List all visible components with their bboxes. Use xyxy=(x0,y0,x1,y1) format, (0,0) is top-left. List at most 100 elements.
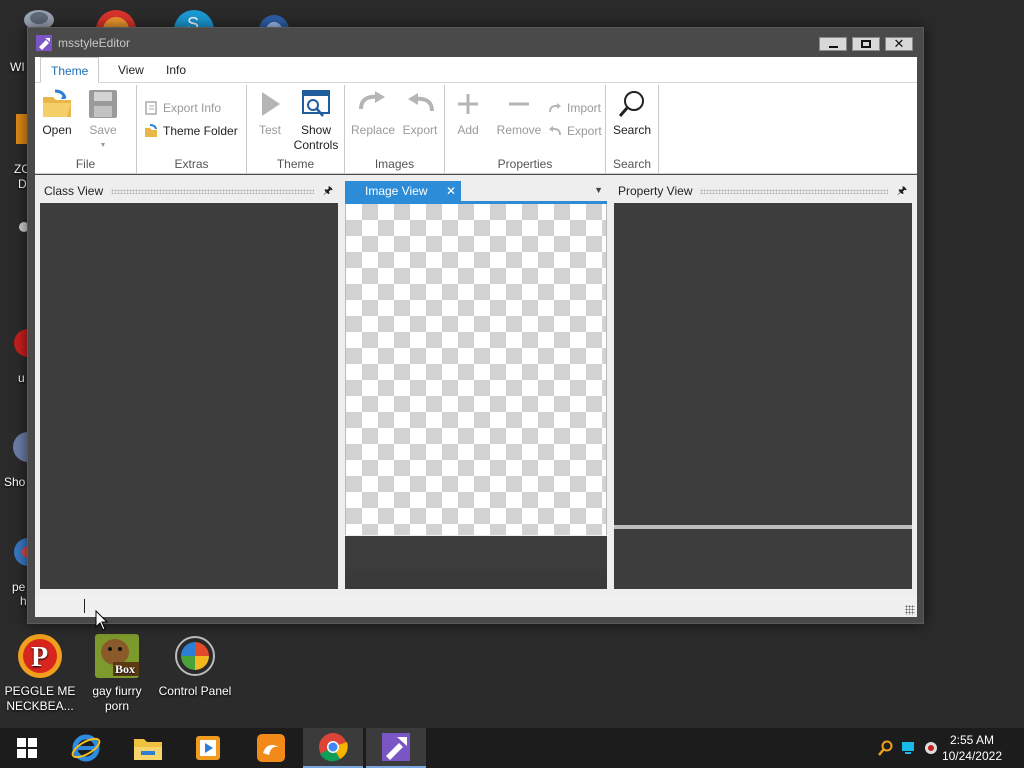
taskbar-internet-explorer[interactable] xyxy=(56,728,116,768)
search-button[interactable]: Search xyxy=(612,87,652,138)
taskbar-chrome[interactable] xyxy=(303,728,363,768)
desktop-partial-label: h xyxy=(20,594,27,608)
minus-icon xyxy=(502,87,536,121)
import-property-button[interactable]: Import xyxy=(547,98,601,118)
pin-icon[interactable]: 🖈 xyxy=(322,182,334,201)
taskbar-file-explorer[interactable] xyxy=(118,728,178,768)
minimize-button[interactable] xyxy=(819,37,847,51)
add-label: Add xyxy=(457,123,479,137)
box-icon: Box xyxy=(93,632,141,680)
desktop-partial-icon-5[interactable] xyxy=(12,108,28,156)
msstyleeditor-app-icon xyxy=(36,34,52,51)
mouse-cursor-icon xyxy=(95,610,109,631)
media-player-icon xyxy=(196,736,220,760)
start-button[interactable] xyxy=(0,728,54,768)
property-description xyxy=(614,529,912,589)
class-view-title: Class View xyxy=(44,184,104,198)
desktop-partial-label: WI xyxy=(10,60,25,74)
class-view-panel: Class View 🖈 xyxy=(40,181,338,589)
export-image-label: Export xyxy=(402,123,438,137)
chrome-icon xyxy=(319,733,348,762)
import-label: Import xyxy=(567,101,602,115)
export-icon xyxy=(547,123,563,139)
taskbar-uc-browser[interactable] xyxy=(241,728,301,768)
export-image-button[interactable]: Export xyxy=(399,87,441,138)
tab-view[interactable]: View xyxy=(108,57,154,83)
desktop-partial-icon-7[interactable] xyxy=(12,326,42,360)
desktop-icon-control-panel[interactable]: Control Panel xyxy=(157,632,233,699)
box-badge-text: Box xyxy=(115,662,135,676)
file-explorer-icon xyxy=(134,739,162,760)
desktop-partial-label: u xyxy=(18,371,25,385)
volume-tray-icon[interactable] xyxy=(923,740,939,756)
windows-logo-icon xyxy=(17,738,37,758)
remove-property-button[interactable]: Remove xyxy=(495,87,543,138)
status-bar xyxy=(35,595,917,617)
internet-explorer-icon xyxy=(71,734,101,762)
add-property-button[interactable]: Add xyxy=(451,87,485,138)
ribbon-group-extras: Export Info Theme Folder Extras xyxy=(137,85,247,173)
peggle-icon: P xyxy=(16,632,64,680)
show-controls-label-2: Controls xyxy=(293,138,339,152)
save-dropdown-arrow-icon[interactable]: ▼ xyxy=(85,138,121,153)
desktop-icon-peggle[interactable]: P PEGGLE ME NECKBEA... xyxy=(2,632,78,714)
maximize-button[interactable] xyxy=(852,37,880,51)
search-tray-icon[interactable] xyxy=(877,740,893,756)
network-tray-icon[interactable] xyxy=(900,740,916,756)
desktop-partial-icon-8[interactable] xyxy=(12,428,43,466)
close-button[interactable]: ✕ xyxy=(885,37,913,51)
plus-icon xyxy=(451,87,485,121)
taskbar-media-player[interactable] xyxy=(178,728,238,768)
close-tab-icon[interactable]: ✕ xyxy=(446,184,456,198)
desktop-partial-label: Sho xyxy=(4,475,26,489)
desktop-icon-box[interactable]: Box gay fiurry porn xyxy=(79,632,155,714)
zoom-app-icon xyxy=(16,114,28,144)
tab-info[interactable]: Info xyxy=(156,57,196,83)
image-preview-canvas xyxy=(345,204,607,535)
resize-grip-icon[interactable] xyxy=(905,605,915,615)
remove-label: Remove xyxy=(496,123,542,137)
search-icon xyxy=(615,87,649,121)
ribbon: Open Save ▼ File Export Info Theme Folde… xyxy=(35,83,917,174)
save-button[interactable]: Save ▼ xyxy=(85,87,121,153)
theme-folder-label: Theme Folder xyxy=(163,124,238,138)
test-button[interactable]: Test xyxy=(253,87,287,138)
tab-image-view[interactable]: Image View ✕ xyxy=(345,181,461,201)
class-view-header[interactable]: Class View 🖈 xyxy=(40,181,338,201)
desktop-icon-label: porn xyxy=(104,699,130,713)
property-grid[interactable] xyxy=(614,203,912,525)
title-bar[interactable]: msstyleEditor ✕ xyxy=(28,28,923,57)
tab-dropdown-icon[interactable]: ▼ xyxy=(594,185,603,195)
taskbar-msstyleeditor[interactable] xyxy=(366,728,426,768)
export-info-label: Export Info xyxy=(163,101,222,115)
maximize-icon xyxy=(861,40,871,48)
theme-folder-button[interactable]: Theme Folder xyxy=(143,121,238,141)
class-view-tree[interactable] xyxy=(40,203,338,589)
image-view-footer xyxy=(345,536,607,569)
show-controls-label-1: Show xyxy=(300,123,332,137)
open-label: Open xyxy=(42,123,72,137)
theme-folder-icon xyxy=(143,123,159,139)
panel-grip xyxy=(111,188,314,194)
property-view-header[interactable]: Property View 🖈 xyxy=(614,181,912,201)
open-button[interactable]: Open xyxy=(39,87,75,138)
taskbar: 2:55 AM 10/24/2022 xyxy=(0,728,1024,768)
tab-theme[interactable]: Theme xyxy=(40,57,100,83)
clock-date: 10/24/2022 xyxy=(941,749,1002,763)
desktop-partial-icon-9[interactable] xyxy=(12,532,42,572)
ribbon-group-search: Search Search xyxy=(606,85,659,173)
ribbon-tab-strip: Theme View Info xyxy=(35,57,917,83)
export-property-button[interactable]: Export xyxy=(547,121,602,141)
group-label-extras: Extras xyxy=(174,157,209,171)
show-controls-button[interactable]: Show Controls xyxy=(291,87,341,153)
export-info-button[interactable]: Export Info xyxy=(143,98,221,118)
pin-icon[interactable]: 🖈 xyxy=(896,182,908,201)
replace-button[interactable]: Replace xyxy=(351,87,395,138)
save-disk-icon xyxy=(86,87,120,121)
property-view-panel: Property View 🖈 xyxy=(614,181,912,589)
taskbar-clock[interactable]: 2:55 AM 10/24/2022 xyxy=(942,732,1002,764)
red-circle-icon xyxy=(14,329,42,357)
image-view-title: Image View xyxy=(365,184,428,198)
dock-area: Class View 🖈 Image View ✕ ▼ Property Vie… xyxy=(35,175,917,595)
game-icon xyxy=(14,538,42,566)
